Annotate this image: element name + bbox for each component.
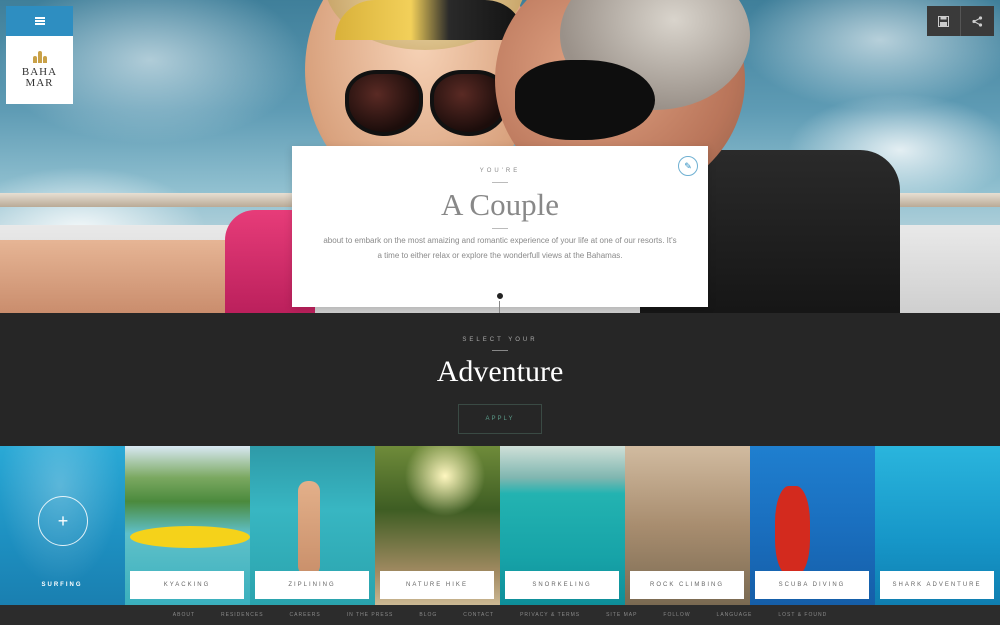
tile-shark-adventure[interactable]: SHARK ADVENTURE: [875, 446, 1000, 605]
tile-label: SHARK ADVENTURE: [880, 571, 994, 599]
footer-link-blog[interactable]: BLOG: [419, 612, 437, 618]
connector-node-icon: [495, 291, 505, 301]
tile-snorkeling[interactable]: SNORKELING: [500, 446, 625, 605]
footer-link-contact[interactable]: CONTACT: [463, 612, 494, 618]
tile-scuba-diving[interactable]: SCUBA DIVING: [750, 446, 875, 605]
pencil-icon: ✎: [684, 160, 692, 171]
crown-icon: [32, 51, 47, 63]
card-body: about to embark on the most amaizing and…: [323, 236, 677, 260]
profile-card: YOU'RE A Couple about to embark on the m…: [292, 146, 708, 307]
divider: [492, 182, 508, 183]
logo-text: BAHA MAR: [22, 67, 57, 89]
edit-button[interactable]: ✎: [678, 156, 698, 176]
tile-label: ZIPLINING: [255, 571, 369, 599]
save-icon: [938, 15, 949, 27]
share-button[interactable]: [960, 6, 993, 36]
tile-label: ROCK CLIMBING: [630, 571, 744, 599]
tile-label: KYACKING: [130, 571, 244, 599]
tile-nature-hike[interactable]: NATURE HIKE: [375, 446, 500, 605]
adventure-section: SELECT YOUR Adventure APPLY: [0, 313, 1000, 446]
tile-label: SCUBA DIVING: [755, 571, 869, 599]
footer-nav: ABOUT RESIDENCES CAREERS IN THE PRESS BL…: [0, 605, 1000, 625]
logo-line2: MAR: [25, 77, 54, 89]
menu-button[interactable]: [6, 6, 73, 36]
hero-scarf: [335, 0, 525, 40]
tile-surfing[interactable]: + SURFING: [0, 446, 125, 605]
tile-label: SNORKELING: [505, 571, 619, 599]
card-title: A Couple: [441, 187, 559, 222]
divider: [492, 228, 508, 229]
coral-image: [775, 486, 810, 576]
save-button[interactable]: [927, 6, 960, 36]
logo[interactable]: BAHA MAR: [6, 36, 73, 104]
hero-man-sunglasses: [515, 60, 655, 140]
tile-kyacking[interactable]: KYACKING: [125, 446, 250, 605]
card-kicker: YOU'RE: [479, 168, 521, 174]
footer-link-language[interactable]: LANGUAGE: [717, 612, 753, 618]
page: BAHA MAR YOU'RE A Couple about to embark…: [0, 0, 1000, 625]
footer-link-privacy[interactable]: PRIVACY & TERMS: [520, 612, 580, 618]
footer-link-careers[interactable]: CAREERS: [290, 612, 321, 618]
activity-tiles: + SURFING KYACKING ZIPLINING NATURE HIKE…: [0, 446, 1000, 605]
adventure-kicker: SELECT YOUR: [462, 337, 538, 343]
plus-icon: +: [38, 496, 88, 546]
hamburger-icon: [34, 17, 45, 25]
footer-link-press[interactable]: IN THE PRESS: [347, 612, 394, 618]
tile-label: SURFING: [41, 582, 83, 588]
footer-link-residences[interactable]: RESIDENCES: [221, 612, 264, 618]
tile-rock-climbing[interactable]: ROCK CLIMBING: [625, 446, 750, 605]
tile-ziplining[interactable]: ZIPLINING: [250, 446, 375, 605]
footer-link-lost-found[interactable]: LOST & FOUND: [778, 612, 827, 618]
toolbar: [927, 6, 994, 36]
footer-link-follow[interactable]: FOLLOW: [663, 612, 690, 618]
footer-link-sitemap[interactable]: SITE MAP: [606, 612, 637, 618]
sunglasses-left-lens: [345, 70, 423, 136]
divider: [492, 350, 508, 351]
zipliner-image: [298, 481, 320, 576]
share-icon: [971, 15, 982, 27]
adventure-title: Adventure: [436, 355, 564, 388]
apply-button[interactable]: APPLY: [458, 404, 542, 434]
kayak-image: [130, 526, 250, 548]
footer-link-about[interactable]: ABOUT: [173, 612, 195, 618]
tile-label: NATURE HIKE: [380, 571, 494, 599]
